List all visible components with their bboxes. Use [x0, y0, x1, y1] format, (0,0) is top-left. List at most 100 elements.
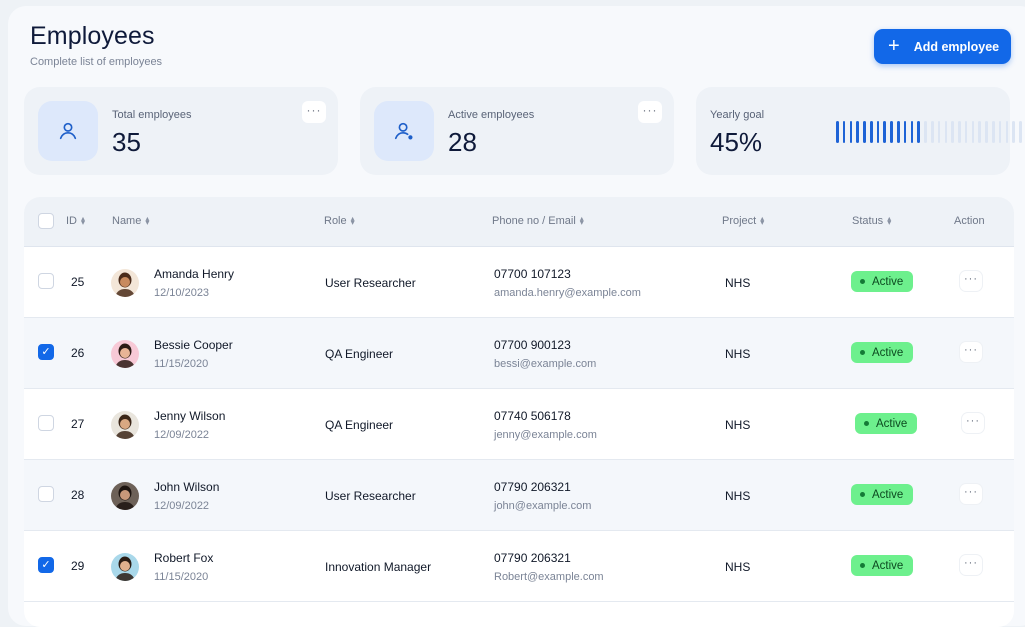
sort-icon: ▴ ▾ [81, 214, 86, 227]
column-header-role[interactable]: Role ▴ ▾ [324, 215, 355, 228]
table-header: ID ▴ ▾ Name ▴ ▾ Role ▴ ▾ Phone no / Email ▴… [24, 197, 1014, 247]
employee-date: 12/10/2023 [154, 287, 210, 299]
status-badge: Active [851, 484, 914, 505]
employee-name: Bessie Cooper [154, 338, 233, 352]
employee-phone: 07700 107123 [494, 267, 571, 281]
row-more-options-icon[interactable]: ··· [962, 413, 984, 433]
row-checkbox[interactable]: ✓ [38, 557, 54, 573]
row-more-options-icon[interactable]: ··· [960, 484, 982, 504]
employee-id: 27 [71, 417, 85, 431]
column-header-action-label: Action [954, 215, 985, 227]
employee-project: NHS [725, 560, 751, 574]
employee-date: 11/15/2020 [154, 358, 209, 370]
row-checkbox[interactable] [38, 415, 54, 431]
select-all-checkbox[interactable] [38, 213, 54, 229]
avatar [111, 482, 139, 510]
goal-progress-segment [910, 121, 914, 143]
column-header-project-label: Project [722, 215, 757, 227]
sort-icon: ▴ ▾ [145, 214, 150, 227]
employee-id: 26 [71, 346, 85, 360]
employee-project: NHS [725, 418, 751, 432]
column-header-project[interactable]: Project ▴ ▾ [722, 214, 765, 228]
row-more-options-icon[interactable]: ··· [960, 271, 982, 291]
active-employees-label: Active employees [448, 109, 535, 121]
column-header-contact[interactable]: Phone no / Email ▴ ▾ [492, 214, 584, 228]
goal-progress-segment [917, 121, 920, 143]
goal-progress-segment [951, 121, 954, 143]
row-checkbox[interactable] [38, 486, 54, 502]
employee-date: 12/09/2022 [154, 429, 210, 441]
employee-role: User Researcher [325, 276, 416, 290]
status-label: Active [872, 488, 904, 501]
table-row[interactable]: ✓ 29 Robert Fox 11/15/2020 Innovation Ma… [24, 531, 1014, 602]
goal-progress-segment [985, 121, 988, 143]
goal-progress-segment [930, 121, 934, 143]
yearly-goal-value: 45% [710, 127, 763, 157]
employee-project: NHS [725, 489, 751, 503]
employee-phone: 07790 206321 [494, 551, 571, 565]
employee-name: Jenny Wilson [154, 409, 226, 423]
employee-role: Innovation Manager [325, 560, 432, 574]
total-employees-card: Total employees 35 ··· [24, 87, 338, 175]
status-dot-icon [860, 350, 865, 355]
employee-phone: 07700 900123 [494, 338, 571, 352]
sort-icon: ▴ ▾ [887, 214, 892, 227]
goal-progress-segment [978, 121, 981, 143]
table-row[interactable]: 25 Amanda Henry 12/10/2023 User Research… [24, 247, 1014, 318]
active-employees-card: Active employees 28 ··· [360, 87, 674, 175]
goal-progress-segment [849, 121, 853, 143]
table-row[interactable]: 27 Jenny Wilson 12/09/2022 QA Engineer 0… [24, 389, 1014, 460]
yearly-goal-progress [836, 121, 1025, 143]
row-checkbox[interactable]: ✓ [38, 344, 54, 360]
yearly-goal-card: Yearly goal 45% [696, 87, 1022, 175]
status-label: Active [876, 417, 908, 430]
sort-icon: ▴ ▾ [579, 214, 584, 227]
employee-date: 12/09/2022 [154, 500, 210, 512]
more-options-icon[interactable]: ··· [302, 101, 326, 123]
column-header-status[interactable]: Status ▴ ▾ [852, 214, 892, 228]
column-header-role-label: Role [324, 215, 347, 227]
table-row[interactable]: 28 John Wilson 12/09/2022 User Researche… [24, 460, 1014, 531]
goal-progress-segment [883, 121, 887, 143]
employee-role: QA Engineer [325, 418, 394, 432]
employee-name: Amanda Henry [154, 267, 235, 281]
goal-progress-segment [869, 121, 873, 143]
column-header-id[interactable]: ID ▴ ▾ [66, 214, 86, 228]
status-label: Active [872, 346, 904, 359]
employee-email: john@example.com [494, 500, 592, 512]
status-label: Active [872, 559, 904, 572]
employee-phone: 07740 506178 [494, 409, 571, 423]
sort-icon: ▴ ▾ [760, 214, 765, 227]
page-title: Employees [30, 22, 155, 50]
employee-email: jenny@example.com [494, 429, 597, 441]
yearly-goal-label: Yearly goal [710, 109, 765, 121]
employee-name: John Wilson [154, 480, 220, 494]
column-header-id-label: ID [66, 215, 77, 227]
add-employee-button[interactable]: + Add employee [874, 29, 1011, 64]
goal-progress-segment [1012, 121, 1015, 143]
column-header-name[interactable]: Name ▴ ▾ [112, 214, 150, 228]
row-more-options-icon[interactable]: ··· [960, 342, 982, 362]
add-employee-label: Add employee [913, 39, 1000, 54]
row-checkbox[interactable] [38, 273, 54, 289]
status-dot-icon [860, 279, 865, 284]
row-more-options-icon[interactable]: ··· [960, 555, 982, 575]
table-row[interactable]: ✓ 26 Bessie Cooper 11/15/2020 QA Enginee… [24, 318, 1014, 389]
status-badge: Active [851, 342, 914, 363]
status-dot-icon [860, 492, 865, 497]
employee-email: amanda.henry@example.com [494, 287, 641, 299]
goal-progress-segment [944, 121, 948, 143]
employee-email: Robert@example.com [494, 571, 604, 583]
employee-role: QA Engineer [325, 347, 394, 361]
page-subtitle: Complete list of employees [30, 56, 163, 68]
avatar [111, 411, 139, 439]
active-employees-value: 28 [448, 127, 477, 157]
more-options-icon[interactable]: ··· [638, 101, 662, 123]
status-badge: Active [855, 413, 918, 434]
goal-progress-segment [890, 121, 893, 143]
status-dot-icon [864, 421, 869, 426]
goal-progress-segment [991, 121, 995, 143]
column-header-contact-label: Phone no / Email [492, 215, 576, 227]
employees-table: ID ▴ ▾ Name ▴ ▾ Role ▴ ▾ Phone no / Email ▴… [24, 197, 1014, 627]
goal-progress-segment [958, 121, 961, 143]
